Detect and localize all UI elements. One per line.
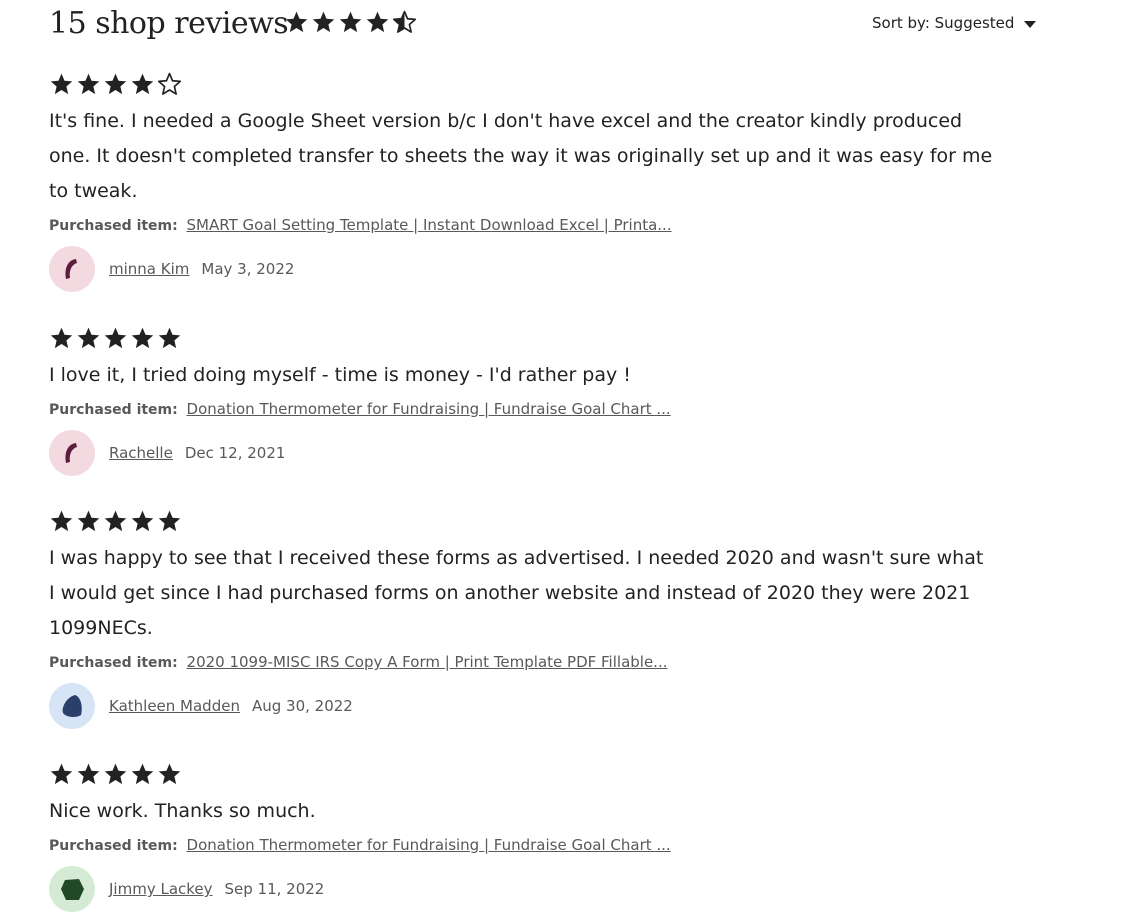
- review-author: minna Kim May 3, 2022: [49, 246, 1009, 292]
- star-full-icon: [49, 762, 74, 787]
- sort-label: Sort by: Suggested: [872, 14, 1015, 32]
- star-full-icon: [284, 10, 309, 35]
- reviewer-name[interactable]: Rachelle: [109, 444, 173, 462]
- star-full-icon: [157, 326, 182, 351]
- purchased-item-link[interactable]: Donation Thermometer for Fundraising | F…: [187, 400, 671, 418]
- pebble-icon: [59, 693, 85, 719]
- star-full-icon: [76, 762, 101, 787]
- star-full-icon: [130, 326, 155, 351]
- purchased-label: Purchased item:: [49, 655, 178, 671]
- review-date: Aug 30, 2022: [251, 697, 353, 715]
- star-full-icon: [76, 509, 101, 534]
- hexagon-icon: [59, 876, 85, 902]
- review-author: Rachelle Dec 12, 2021: [49, 430, 1009, 476]
- avatar[interactable]: [49, 430, 95, 476]
- review-item: It's fine. I needed a Google Sheet versi…: [49, 72, 1009, 292]
- star-full-icon: [76, 326, 101, 351]
- reviewer-name[interactable]: Kathleen Madden: [109, 697, 240, 715]
- review-text: I was happy to see that I received these…: [49, 547, 984, 639]
- crescent-icon: [59, 256, 85, 282]
- overall-rating: [284, 10, 417, 37]
- review-item: I love it, I tried doing myself - time i…: [49, 326, 1009, 476]
- review-author: Jimmy Lackey Sep 11, 2022: [49, 866, 1009, 912]
- review-rating: [49, 509, 1009, 535]
- star-full-icon: [157, 762, 182, 787]
- review-rating: [49, 326, 1009, 352]
- purchased-label: Purchased item:: [49, 838, 178, 854]
- review-text: I love it, I tried doing myself - time i…: [49, 364, 631, 386]
- star-full-icon: [49, 326, 74, 351]
- reviewer-name[interactable]: minna Kim: [109, 260, 189, 278]
- review-item: Nice work. Thanks so much. Purchased ite…: [49, 762, 1009, 912]
- star-half-icon: [392, 10, 417, 35]
- purchased-item: Purchased item: 2020 1099-MISC IRS Copy …: [49, 652, 1009, 673]
- purchased-item-link[interactable]: Donation Thermometer for Fundraising | F…: [187, 836, 671, 854]
- star-full-icon: [49, 72, 74, 97]
- star-full-icon: [365, 10, 390, 35]
- star-full-icon: [103, 509, 128, 534]
- purchased-item: Purchased item: Donation Thermometer for…: [49, 399, 1009, 420]
- review-rating: [49, 72, 1009, 98]
- review-text: It's fine. I needed a Google Sheet versi…: [49, 110, 993, 202]
- purchased-item-link[interactable]: 2020 1099-MISC IRS Copy A Form | Print T…: [187, 653, 668, 671]
- reviews-header: 15 shop reviews Sort by: Suggested: [49, 0, 1049, 48]
- avatar[interactable]: [49, 866, 95, 912]
- purchased-label: Purchased item:: [49, 402, 178, 418]
- star-full-icon: [103, 762, 128, 787]
- review-date: Sep 11, 2022: [224, 880, 325, 898]
- star-full-icon: [130, 762, 155, 787]
- star-empty-icon: [157, 72, 182, 97]
- purchased-label: Purchased item:: [49, 218, 178, 234]
- star-full-icon: [103, 326, 128, 351]
- review-date: Dec 12, 2021: [184, 444, 286, 462]
- avatar[interactable]: [49, 246, 95, 292]
- review-text: Nice work. Thanks so much.: [49, 800, 316, 822]
- review-author: Kathleen Madden Aug 30, 2022: [49, 683, 1009, 729]
- caret-down-icon: [1024, 20, 1037, 28]
- purchased-item: Purchased item: SMART Goal Setting Templ…: [49, 215, 1009, 236]
- purchased-item-link[interactable]: SMART Goal Setting Template | Instant Do…: [187, 216, 672, 234]
- review-date: May 3, 2022: [201, 260, 295, 278]
- avatar[interactable]: [49, 683, 95, 729]
- reviews-title: 15 shop reviews: [49, 6, 289, 41]
- review-item: I was happy to see that I received these…: [49, 509, 1009, 729]
- star-full-icon: [311, 10, 336, 35]
- reviewer-name[interactable]: Jimmy Lackey: [109, 880, 213, 898]
- purchased-item: Purchased item: Donation Thermometer for…: [49, 835, 1009, 856]
- star-full-icon: [130, 72, 155, 97]
- star-full-icon: [49, 509, 74, 534]
- review-rating: [49, 762, 1009, 788]
- star-full-icon: [76, 72, 101, 97]
- sort-dropdown[interactable]: Sort by: Suggested: [872, 12, 1037, 34]
- crescent-icon: [59, 440, 85, 466]
- star-full-icon: [103, 72, 128, 97]
- star-full-icon: [157, 509, 182, 534]
- star-full-icon: [130, 509, 155, 534]
- star-full-icon: [338, 10, 363, 35]
